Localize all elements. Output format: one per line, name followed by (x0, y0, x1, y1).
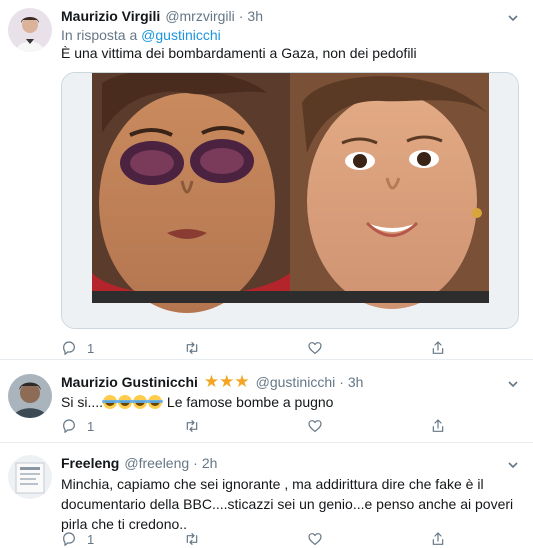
reply-icon (61, 418, 77, 434)
share-button[interactable] (430, 531, 533, 547)
reply-button[interactable]: 1 (61, 418, 184, 434)
reply-count: 1 (87, 340, 95, 356)
share-icon (430, 418, 446, 434)
tweet-text-prefix: Si si.... (61, 394, 104, 410)
avatar[interactable] (8, 374, 52, 418)
reply-prefix: In risposta a (61, 27, 138, 43)
retweet-icon (184, 418, 200, 434)
tweet[interactable]: Maurizio Virgili @mrzvirgili · 3h In ris… (0, 0, 533, 360)
caret-down-icon[interactable] (507, 459, 519, 471)
timestamp[interactable]: 2h (202, 455, 218, 471)
caret-down-icon[interactable] (507, 12, 519, 24)
separator-dot: · (238, 8, 244, 24)
like-button[interactable] (307, 531, 430, 547)
retweet-button[interactable] (184, 340, 307, 356)
timestamp[interactable]: 3h (348, 374, 364, 390)
avatar[interactable] (8, 8, 52, 52)
tweet-text: È una vittima dei bombardamenti a Gaza, … (61, 45, 417, 61)
user-handle[interactable]: @gustinicchi (256, 374, 336, 390)
reply-count: 1 (87, 418, 95, 434)
share-button[interactable] (430, 340, 533, 356)
reply-button[interactable]: 1 (61, 340, 184, 356)
tweet-text: Minchia, capiamo che sei ignorante , ma … (61, 476, 514, 532)
display-name[interactable]: Maurizio Virgili (61, 8, 160, 24)
caret-down-icon[interactable] (507, 378, 519, 390)
reply-icon (61, 340, 77, 356)
star-emoji-icons: ★★★ (203, 372, 250, 391)
like-button[interactable] (307, 340, 430, 356)
reply-context: In risposta a @gustinicchi (61, 27, 221, 43)
display-name[interactable]: Freeleng (61, 455, 119, 471)
tears-of-joy-emoji-icon (102, 394, 164, 410)
share-icon (430, 531, 446, 547)
tweet[interactable]: Maurizio Gustinicchi ★★★ @gustinicchi · … (0, 360, 533, 443)
timestamp[interactable]: 3h (247, 8, 263, 24)
user-handle[interactable]: @freeleng (124, 455, 189, 471)
reply-icon (61, 531, 77, 547)
separator-dot: · (339, 374, 344, 390)
retweet-button[interactable] (184, 531, 307, 547)
retweet-button[interactable] (184, 418, 307, 434)
like-icon (307, 418, 323, 434)
like-icon (307, 531, 323, 547)
user-handle[interactable]: @mrzvirgili (165, 8, 234, 24)
like-icon (307, 340, 323, 356)
share-icon (430, 340, 446, 356)
photo-right (290, 73, 489, 309)
reply-count: 1 (87, 531, 95, 547)
share-button[interactable] (430, 418, 533, 434)
separator-dot: · (193, 455, 198, 471)
like-button[interactable] (307, 418, 430, 434)
tweet-text: Si si.... Le famose bombe a pugno (61, 392, 333, 412)
tweet-actions: 1 (61, 531, 533, 547)
media-card[interactable] (61, 72, 519, 329)
tweet[interactable]: Freeleng @freeleng · 2h Minchia, capiamo… (0, 443, 533, 548)
reply-button[interactable]: 1 (61, 531, 184, 547)
photo-left (92, 73, 290, 313)
display-name[interactable]: Maurizio Gustinicchi (61, 374, 198, 390)
media-image[interactable] (62, 73, 519, 329)
tweet-actions: 1 (61, 418, 533, 434)
reply-handle-link[interactable]: @gustinicchi (141, 27, 221, 43)
tweet-text-suffix: Le famose bombe a pugno (163, 394, 334, 410)
tweet-actions: 1 (61, 340, 533, 356)
retweet-icon (184, 340, 200, 356)
retweet-icon (184, 531, 200, 547)
avatar[interactable] (8, 455, 52, 499)
